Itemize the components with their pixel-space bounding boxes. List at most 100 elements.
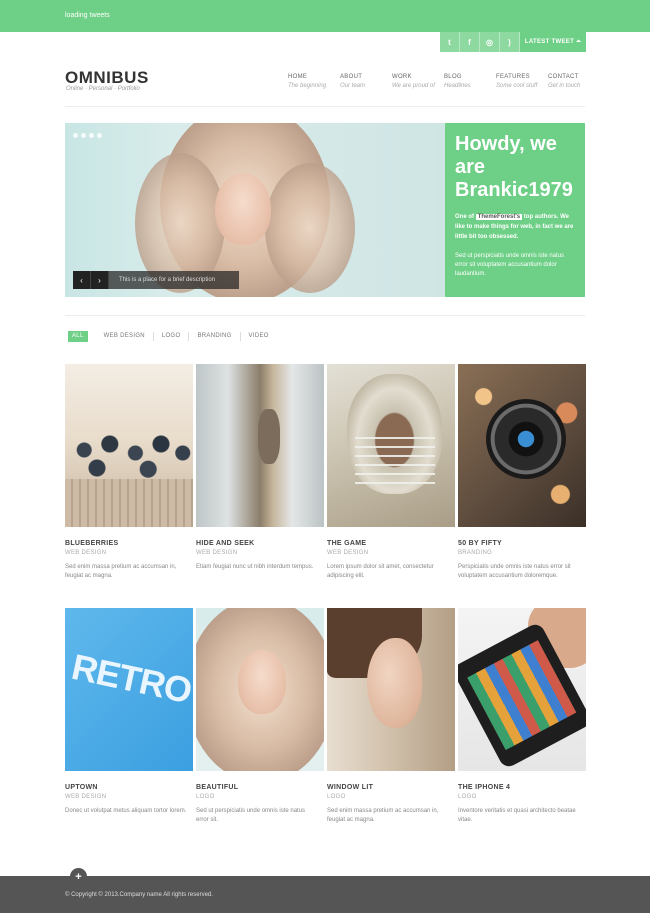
nav-item-work[interactable]: WORK We are proud of — [392, 74, 444, 89]
site-tagline: Online · Personal · Portfolio — [66, 86, 140, 92]
portfolio-item[interactable]: WINDOW LIT LOGO Sed enim massa pretium a… — [327, 608, 455, 825]
portfolio-description: Donec ut volutpat metus aliquam tortor l… — [65, 808, 187, 814]
nav-subtitle: Headlines — [444, 83, 471, 89]
portfolio-title[interactable]: WINDOW LIT — [327, 784, 455, 791]
portfolio-category: LOGO — [327, 794, 346, 800]
50-by-fifty-thumbnail[interactable] — [458, 364, 586, 527]
nav-item-home[interactable]: HOME The beginning — [288, 74, 340, 89]
the-game-thumbnail[interactable] — [327, 364, 455, 527]
portrait-face — [215, 173, 271, 245]
slider-dots[interactable] — [73, 133, 102, 138]
nav-title: CONTACT — [548, 74, 579, 80]
portfolio-title[interactable]: BLUEBERRIES — [65, 540, 193, 547]
window-lit-thumbnail[interactable] — [327, 608, 455, 771]
portfolio-category: WEB DESIGN — [65, 794, 107, 800]
slider-divider — [65, 315, 585, 316]
portrait-face — [367, 638, 422, 728]
nav-item-about[interactable]: ABOUT Our team — [340, 74, 392, 89]
slider-dot[interactable] — [73, 133, 78, 138]
filter-all[interactable]: ALL — [68, 331, 88, 342]
facemask-shape — [355, 434, 435, 484]
hero-lead-highlight[interactable]: ThemeForest's — [475, 214, 523, 220]
nav-item-blog[interactable]: BLOG Headlines — [444, 74, 496, 89]
filter-logo[interactable]: LOGO — [154, 332, 190, 341]
retro-text: RETRO — [68, 645, 193, 712]
portfolio-category: WEB DESIGN — [196, 550, 238, 556]
uptown-thumbnail[interactable]: RETRO — [65, 608, 193, 771]
filter-video[interactable]: VIDEO — [241, 332, 277, 341]
expand-plus-icon[interactable]: + — [70, 868, 87, 885]
blueberries-thumbnail[interactable] — [65, 364, 193, 527]
slider-dot[interactable] — [81, 133, 86, 138]
crate-shape — [65, 479, 193, 527]
berries-shape — [65, 426, 193, 486]
header-divider — [65, 106, 585, 107]
nav-title: FEATURES — [496, 74, 530, 80]
hero-lead-text: One of — [455, 214, 476, 220]
slider-dot[interactable] — [97, 133, 102, 138]
hero-slide-image: ‹ › This is a place for a brief descript… — [65, 123, 445, 297]
nav-title: ABOUT — [340, 74, 363, 80]
hero-slider: ‹ › This is a place for a brief descript… — [65, 123, 585, 297]
top-bar: loading tweets — [0, 0, 650, 32]
site-footer: + © Copyright © 2013.Company name All ri… — [0, 868, 650, 913]
filter-web-design[interactable]: WEB DESIGN — [96, 332, 154, 341]
slider-dot[interactable] — [89, 133, 94, 138]
portfolio-title[interactable]: HIDE AND SEEK — [196, 540, 324, 547]
portfolio-item[interactable]: BLUEBERRIES WEB DESIGN Sed enim massa pr… — [65, 364, 193, 581]
slider-controls: ‹ › This is a place for a brief descript… — [73, 271, 239, 289]
hero-heading: Howdy, we are Brankic1979 — [455, 133, 573, 201]
nav-subtitle: Our team — [340, 83, 366, 89]
hide-and-seek-thumbnail[interactable] — [196, 364, 324, 527]
portfolio-category: LOGO — [196, 794, 215, 800]
portfolio-description: Lorem ipsum dolor sit amet, consectetur … — [327, 564, 434, 579]
slider-prev-button[interactable]: ‹ — [73, 271, 91, 289]
portfolio-description: Sed ut perspiciatis unde omnis iste natu… — [196, 808, 306, 823]
portfolio-description: Inventore veritatis et quasi architecto … — [458, 808, 576, 823]
portfolio-category: LOGO — [458, 794, 477, 800]
nav-subtitle: The beginning — [288, 83, 327, 89]
nav-title: WORK — [392, 74, 412, 80]
hero-lead: One of ThemeForest's top authors. We lik… — [455, 212, 575, 242]
filter-branding[interactable]: BRANDING — [189, 332, 241, 341]
portfolio-description: Etiam feugiat nunc ut nibh interdum temp… — [196, 564, 314, 570]
portfolio-item[interactable]: THE IPHONE 4 LOGO Inventore veritatis et… — [458, 608, 586, 825]
site-logo[interactable]: OMNIBUS — [65, 68, 149, 88]
social-bar: t f ◎ ) LATEST TWEET ⏶ — [440, 32, 586, 52]
portrait-face — [238, 650, 286, 714]
hero-body: Sed ut perspiciatis unde omnis iste natu… — [455, 253, 565, 277]
camera-lens-shape — [486, 399, 566, 479]
portfolio-row: RETRO UPTOWN WEB DESIGN Donec ut volutpa… — [65, 608, 586, 825]
portfolio-filters: ALL WEB DESIGN LOGO BRANDING VIDEO — [68, 331, 277, 342]
nav-subtitle: Get in touch — [548, 83, 581, 89]
portfolio-item[interactable]: HIDE AND SEEK WEB DESIGN Etiam feugiat n… — [196, 364, 324, 581]
the-iphone-4-thumbnail[interactable] — [458, 608, 586, 771]
portfolio-item[interactable]: RETRO UPTOWN WEB DESIGN Donec ut volutpa… — [65, 608, 193, 825]
twitter-icon[interactable]: t — [440, 32, 460, 52]
portfolio-item[interactable]: THE GAME WEB DESIGN Lorem ipsum dolor si… — [327, 364, 455, 581]
latest-tweet-button[interactable]: LATEST TWEET ⏶ — [520, 32, 586, 52]
nav-title: HOME — [288, 74, 308, 80]
peeking-figure-shape — [258, 409, 280, 464]
portfolio-category: BRANDING — [458, 550, 493, 556]
beautiful-thumbnail[interactable] — [196, 608, 324, 771]
portfolio-title[interactable]: UPTOWN — [65, 784, 193, 791]
portfolio-title[interactable]: THE IPHONE 4 — [458, 784, 586, 791]
dribbble-icon[interactable]: ◎ — [480, 32, 500, 52]
portfolio-title[interactable]: THE GAME — [327, 540, 455, 547]
nav-item-contact[interactable]: CONTACT Get in touch — [548, 74, 600, 89]
slider-next-button[interactable]: › — [91, 271, 109, 289]
portfolio-category: WEB DESIGN — [65, 550, 107, 556]
rss-icon[interactable]: ) — [500, 32, 520, 52]
portfolio-item[interactable]: BEAUTIFUL LOGO Sed ut perspiciatis unde … — [196, 608, 324, 825]
tweets-loading-text: loading tweets — [65, 12, 110, 19]
portfolio-description: Sed enim massa pretium ac accumsan in, f… — [327, 808, 439, 823]
portfolio-title[interactable]: BEAUTIFUL — [196, 784, 324, 791]
slide-caption: This is a place for a brief description — [109, 271, 239, 289]
portfolio-category: WEB DESIGN — [327, 550, 369, 556]
portfolio-item[interactable]: 50 BY FIFTY BRANDING Perspiciatis unde o… — [458, 364, 586, 581]
hero-intro-panel: Howdy, we are Brankic1979 One of ThemeFo… — [445, 123, 585, 297]
facebook-icon[interactable]: f — [460, 32, 480, 52]
nav-item-features[interactable]: FEATURES Some cool stuff — [496, 74, 548, 89]
portfolio-title[interactable]: 50 BY FIFTY — [458, 540, 586, 547]
